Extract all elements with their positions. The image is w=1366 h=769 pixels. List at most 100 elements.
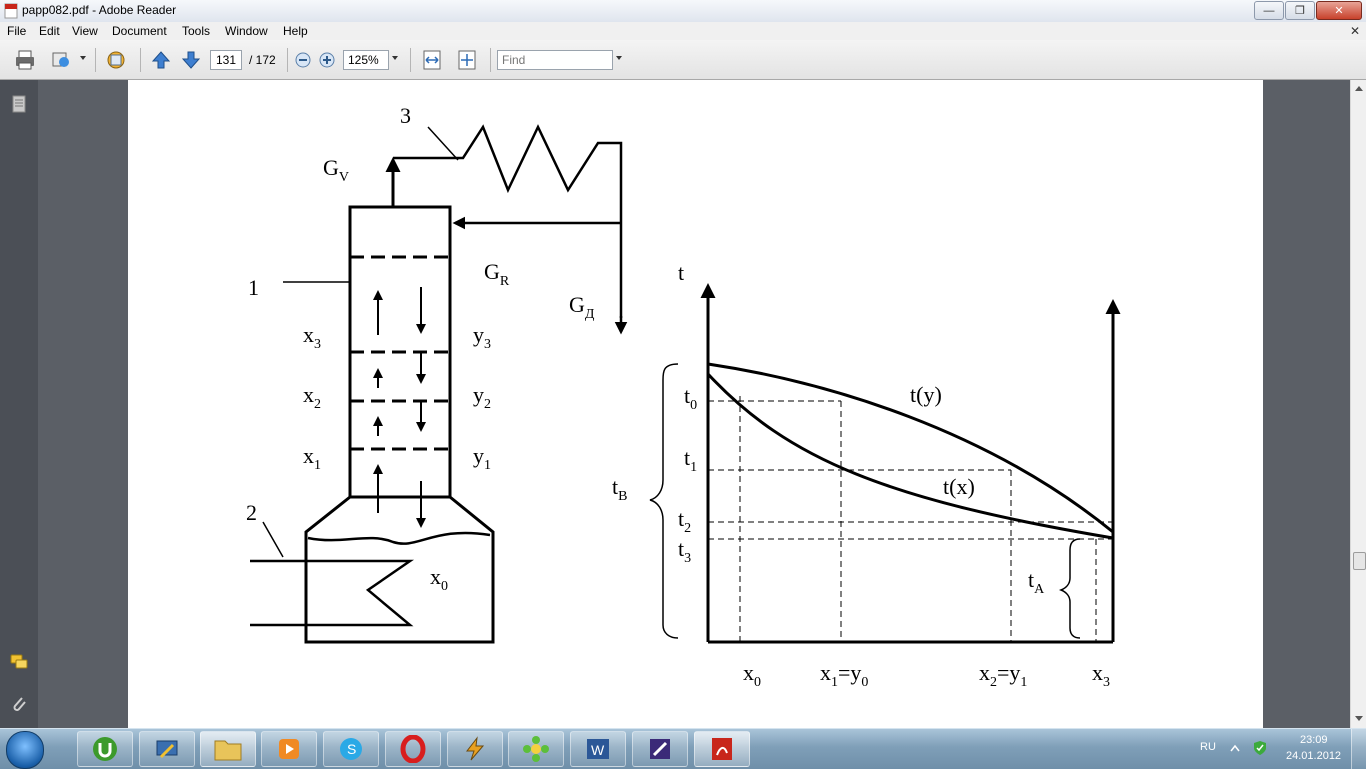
label-curve-t-y: t(y) (910, 382, 942, 407)
label-x0: x0 (430, 564, 448, 594)
print-icon[interactable] (14, 49, 36, 71)
share-icon[interactable] (50, 49, 72, 71)
pdf-page: GV GR GД 3 1 2 x3 x2 x1 x0 y3 y2 y1 t t0… (128, 80, 1263, 728)
menu-window[interactable]: Window (225, 24, 268, 38)
toolbar-separator (287, 48, 288, 72)
navigation-pane (0, 80, 38, 728)
menu-file[interactable]: File (7, 24, 26, 38)
remote-desktop-icon[interactable] (139, 731, 195, 767)
svg-text:S: S (347, 741, 356, 757)
attachments-icon[interactable] (9, 694, 29, 714)
label-axis-x3: x3 (1092, 660, 1110, 690)
title-bar: papp082.pdf - Adobe Reader — ❐ ✕ (0, 0, 1366, 23)
find-input[interactable]: Find (497, 50, 613, 70)
minimize-button[interactable]: — (1254, 1, 1284, 20)
show-desktop-button[interactable] (1351, 729, 1366, 769)
label-y2: y2 (473, 382, 491, 412)
label-ta: tA (1028, 567, 1045, 597)
icq-icon[interactable] (508, 731, 564, 767)
menu-help[interactable]: Help (283, 24, 308, 38)
previous-page-icon[interactable] (150, 49, 172, 71)
menu-view[interactable]: View (72, 24, 98, 38)
figure: GV GR GД 3 1 2 x3 x2 x1 x0 y3 y2 y1 t t0… (246, 103, 1121, 690)
liquid-surface (307, 531, 491, 545)
label-number-3: 3 (400, 103, 411, 128)
label-axis-x2-y1: x2=y1 (979, 660, 1027, 690)
label-axis-x0: x0 (743, 660, 761, 690)
word-icon[interactable]: W (570, 731, 626, 767)
vertical-scrollbar[interactable] (1350, 80, 1366, 728)
comments-icon[interactable] (9, 652, 29, 672)
leader-line-3 (427, 126, 459, 161)
notes-icon[interactable] (632, 731, 688, 767)
label-number-2: 2 (246, 500, 257, 525)
scroll-up-icon[interactable] (1355, 86, 1363, 91)
skype-icon[interactable]: S (323, 731, 379, 767)
adobe-reader-icon[interactable] (694, 731, 750, 767)
label-gd: GД (569, 292, 595, 322)
zoom-dropdown-icon[interactable] (392, 56, 398, 60)
document-viewport[interactable]: GV GR GД 3 1 2 x3 x2 x1 x0 y3 y2 y1 t t0… (38, 80, 1350, 728)
scroll-down-icon[interactable] (1355, 716, 1363, 721)
svg-text:W: W (591, 742, 605, 758)
label-t-axis: t (678, 260, 684, 285)
toolbar-separator (140, 48, 141, 72)
clock-time[interactable]: 23:09 (1300, 734, 1328, 746)
zoom-out-icon[interactable] (292, 49, 314, 71)
zoom-in-icon[interactable] (316, 49, 338, 71)
toolbar-separator (95, 48, 96, 72)
opera-icon[interactable] (385, 731, 441, 767)
leader-line-2 (262, 521, 284, 558)
taskbar: S W RU 23:09 24.01.2012 (0, 728, 1366, 769)
utorrent-icon[interactable] (77, 731, 133, 767)
page-total: / 172 (249, 53, 276, 67)
share-dropdown-icon[interactable] (80, 56, 86, 60)
menu-document[interactable]: Document (112, 24, 167, 38)
label-curve-t-x: t(x) (943, 474, 975, 499)
menu-tools[interactable]: Tools (182, 24, 210, 38)
winamp-icon[interactable] (447, 731, 503, 767)
fit-page-icon[interactable] (456, 49, 478, 71)
brace-ta (1058, 538, 1081, 639)
media-player-icon[interactable] (261, 731, 317, 767)
scroll-thumb[interactable] (1353, 552, 1366, 570)
label-t2: t2 (678, 506, 691, 536)
maximize-button[interactable]: ❐ (1285, 1, 1315, 20)
next-page-icon[interactable] (180, 49, 202, 71)
menu-edit[interactable]: Edit (39, 24, 60, 38)
label-gr: GR (484, 259, 510, 289)
pdf-file-icon (4, 3, 18, 19)
label-number-1: 1 (248, 275, 259, 300)
label-y1: y1 (473, 443, 491, 473)
language-indicator[interactable]: RU (1200, 741, 1216, 753)
window-title: papp082.pdf - Adobe Reader (22, 3, 177, 17)
page-number-input[interactable]: 131 (210, 50, 242, 70)
heating-coil (250, 559, 415, 627)
security-shield-icon[interactable] (1252, 740, 1268, 756)
label-gv: GV (323, 155, 349, 185)
window-controls: — ❐ ✕ (1253, 1, 1362, 20)
brace-tb (649, 363, 679, 639)
menu-bar: File Edit View Document Tools Window Hel… (0, 22, 1366, 40)
label-x3: x3 (303, 322, 321, 352)
pages-panel-icon[interactable] (9, 94, 29, 114)
close-button[interactable]: ✕ (1316, 1, 1362, 20)
label-tb: tB (612, 474, 627, 504)
tray-expand-icon[interactable] (1230, 744, 1240, 752)
label-y3: y3 (473, 322, 491, 352)
toolbar-separator (410, 48, 411, 72)
find-dropdown-icon[interactable] (616, 56, 622, 60)
fit-width-icon[interactable] (421, 49, 443, 71)
zoom-level-field[interactable]: 125% (343, 50, 389, 70)
explorer-icon[interactable] (200, 731, 256, 767)
label-x2: x2 (303, 382, 321, 412)
start-button[interactable] (6, 731, 44, 769)
toolbar-separator (490, 48, 491, 72)
label-x1: x1 (303, 443, 321, 473)
close-document-button[interactable]: ✕ (1350, 24, 1360, 38)
label-t0: t0 (684, 383, 697, 413)
collaborate-icon[interactable] (105, 49, 127, 71)
toolbar: 131 / 172 125% Find (0, 40, 1366, 80)
label-t3: t3 (678, 536, 691, 566)
clock-date[interactable]: 24.01.2012 (1286, 750, 1341, 762)
